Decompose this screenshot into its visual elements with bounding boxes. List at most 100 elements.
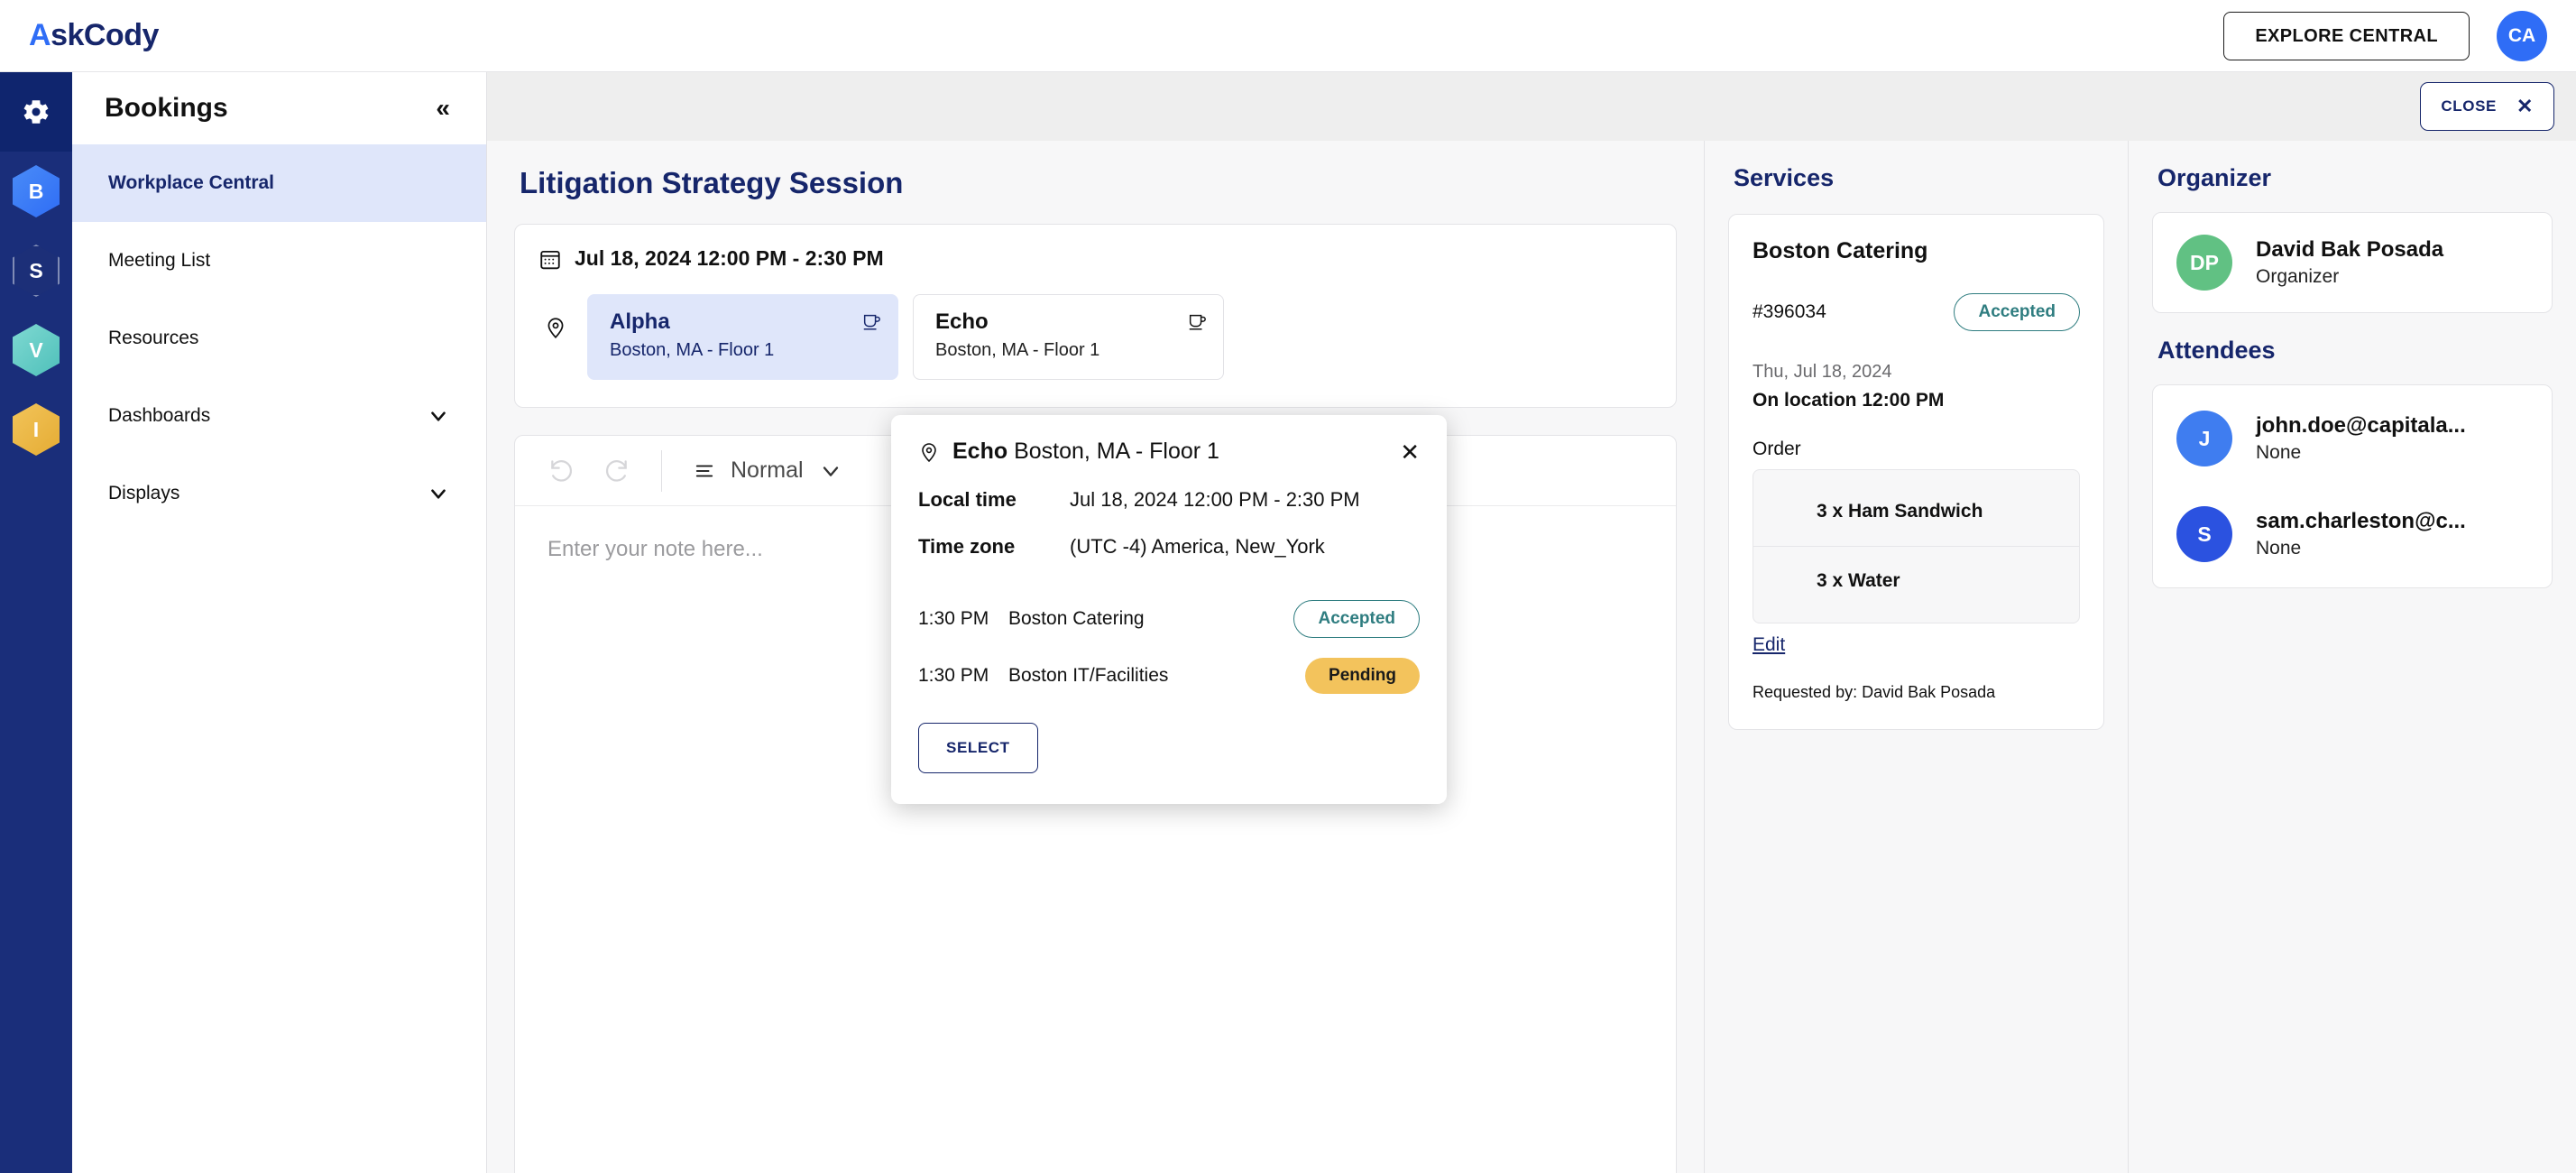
rail-item-bookings[interactable]: B (0, 152, 72, 231)
top-bar: AskCody EXPLORE CENTRAL CA (0, 0, 2576, 72)
sidebar-item-label: Dashboards (108, 405, 211, 426)
room-detail-popover: Echo Boston, MA - Floor 1 ✕ Local time J… (891, 415, 1447, 804)
edit-order-link[interactable]: Edit (1753, 634, 1785, 656)
room-list: Alpha Boston, MA - Floor 1 Echo Boston, … (538, 294, 1652, 380)
popover-room-location: Boston, MA - Floor 1 (1014, 439, 1219, 464)
service-time: 1:30 PM (918, 665, 989, 686)
avatar: S (2176, 506, 2232, 562)
chevron-down-icon (427, 404, 450, 428)
hex-badge-b-wrap: B (10, 162, 62, 220)
undo-icon[interactable] (547, 457, 576, 485)
coffee-cup-icon (1187, 311, 1207, 333)
meeting-card: Jul 18, 2024 12:00 PM - 2:30 PM Alpha Bo… (514, 224, 1677, 408)
attendees-heading: Attendees (2157, 337, 2276, 364)
chevron-down-icon (818, 458, 843, 484)
services-heading: Services (1734, 164, 1835, 191)
sidebar-item-dashboards[interactable]: Dashboards (72, 377, 486, 455)
room-location: Boston, MA - Floor 1 (610, 340, 775, 360)
avatar: DP (2176, 235, 2232, 291)
meeting-datetime-row: Jul 18, 2024 12:00 PM - 2:30 PM (538, 246, 1652, 271)
timezone-value: (UTC -4) America, New_York (1070, 535, 1325, 558)
askcody-logo: AskCody (29, 18, 159, 53)
attendee-info: john.doe@capitala... None (2256, 413, 2466, 464)
order-label: Order (1753, 439, 1801, 459)
timezone-label: Time zone (918, 535, 1016, 558)
room-card-echo[interactable]: Echo Boston, MA - Floor 1 (913, 294, 1224, 380)
service-date: Thu, Jul 18, 2024 (1753, 362, 1892, 382)
local-time-label: Local time (918, 488, 1017, 511)
location-pin-icon (544, 314, 567, 341)
popover-local-time-row: Local time Jul 18, 2024 12:00 PM - 2:30 … (918, 488, 1420, 512)
sidebar-item-label: Displays (108, 483, 180, 503)
status-badge: Pending (1305, 658, 1420, 694)
popover-room-name: Echo (952, 439, 1008, 464)
rail-item-i[interactable]: I (0, 390, 72, 469)
rail-item-s[interactable]: S (0, 231, 72, 310)
close-icon[interactable]: ✕ (1400, 440, 1420, 464)
attendees-card: J john.doe@capitala... None S sam.charle… (2152, 384, 2553, 588)
sidebar-item-displays[interactable]: Displays (72, 455, 486, 532)
service-name: Boston Catering (1753, 238, 1928, 263)
room-location: Boston, MA - Floor 1 (935, 340, 1100, 360)
status-badge: Accepted (1293, 600, 1420, 638)
sidebar-header: Bookings « (72, 72, 486, 144)
attendee-role: None (2256, 442, 2302, 463)
room-card-alpha[interactable]: Alpha Boston, MA - Floor 1 (587, 294, 898, 380)
collapse-sidebar-icon[interactable]: « (436, 96, 450, 121)
order-item: 3 x Ham Sandwich (1817, 501, 1983, 522)
attendee-role: None (2256, 538, 2302, 559)
hex-badge-i-wrap: I (10, 401, 62, 458)
popover-header: Echo Boston, MA - Floor 1 ✕ (918, 439, 1420, 465)
toolbar-divider (661, 449, 662, 492)
sidebar-item-label: Meeting List (108, 250, 211, 271)
explore-central-button[interactable]: EXPLORE CENTRAL (2223, 11, 2470, 60)
logo-text: skCody (51, 18, 159, 52)
gear-icon (21, 97, 51, 127)
sidebar-item-label: Workplace Central (108, 172, 275, 193)
chevron-down-icon (427, 482, 450, 505)
attendee-info: sam.charleston@c... None (2256, 509, 2466, 559)
select-button[interactable]: SELECT (918, 723, 1038, 773)
main-toolbar: CLOSE ✕ (487, 72, 2576, 141)
rail-item-settings[interactable] (0, 72, 72, 152)
text-style-label: Normal (731, 457, 804, 483)
app-icon-rail: B S V I (0, 72, 72, 1173)
sidebar-item-meeting-list[interactable]: Meeting List (72, 222, 486, 300)
rail-item-v[interactable]: V (0, 310, 72, 390)
service-requested-by: Requested by: David Bak Posada (1753, 683, 1996, 701)
organizer-name: David Bak Posada (2256, 237, 2444, 262)
sidebar-nav: Bookings « Workplace Central Meeting Lis… (72, 72, 487, 1173)
list-item[interactable]: J john.doe@capitala... None (2176, 391, 2528, 486)
services-column: Services Boston Catering #396034 Accepte… (1705, 141, 2129, 1173)
sidebar-item-label: Resources (108, 328, 199, 348)
service-location-time: On location 12:00 PM (1753, 390, 1945, 411)
close-button[interactable]: CLOSE ✕ (2420, 82, 2554, 131)
text-style-dropdown[interactable]: Normal (693, 457, 843, 484)
hex-badge-s-wrap: S (10, 242, 62, 300)
logo-accent-letter: A (29, 18, 51, 52)
main-area: CLOSE ✕ Litigation Strategy Session Jul … (487, 72, 2576, 1173)
meeting-datetime: Jul 18, 2024 12:00 PM - 2:30 PM (575, 246, 884, 270)
hex-badge-s-icon: S (13, 245, 60, 297)
popover-title: Echo Boston, MA - Floor 1 (952, 439, 1219, 465)
coffee-cup-icon (861, 311, 881, 333)
organizer-info: David Bak Posada Organizer (2256, 237, 2443, 288)
organizer-heading: Organizer (2157, 164, 2272, 191)
sidebar-item-resources[interactable]: Resources (72, 300, 486, 377)
service-name: Boston IT/Facilities (1008, 665, 1169, 686)
hex-badge-v-wrap: V (10, 321, 62, 379)
hex-badge-i-icon: I (13, 403, 60, 456)
close-icon: ✕ (2516, 95, 2534, 117)
list-item[interactable]: S sam.charleston@c... None (2176, 486, 2528, 582)
popover-service-row: 1:30 PM Boston Catering Accepted (918, 600, 1420, 638)
attendee-name: sam.charleston@c... (2256, 509, 2466, 533)
service-card: Boston Catering #396034 Accepted Thu, Ju… (1728, 214, 2104, 730)
top-bar-actions: EXPLORE CENTRAL CA (2223, 10, 2547, 61)
sidebar-item-workplace-central[interactable]: Workplace Central (72, 144, 486, 222)
user-avatar[interactable]: CA (2497, 10, 2547, 61)
meeting-title: Litigation Strategy Session (520, 166, 904, 199)
order-items-box: 3 x Ham Sandwich 3 x Water (1753, 469, 2080, 623)
redo-icon[interactable] (602, 457, 630, 485)
status-badge: Accepted (1954, 293, 2080, 331)
